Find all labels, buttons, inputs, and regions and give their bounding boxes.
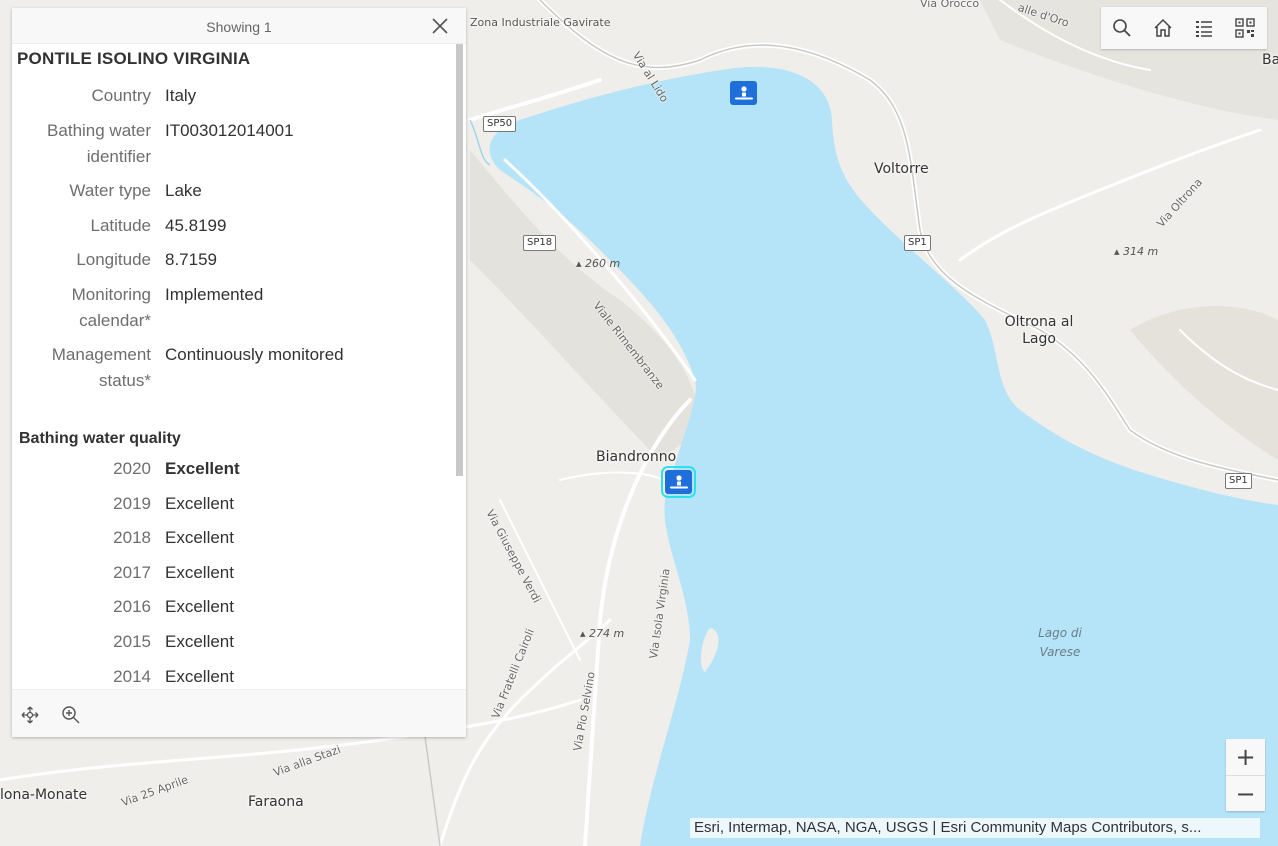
attribute-key: Country <box>91 86 151 105</box>
quality-row: 2019 Excellent <box>17 493 454 515</box>
scrollbar[interactable] <box>456 44 463 476</box>
feature-popup: Showing 1 PONTILE ISOLINO VIRGINIA Count… <box>12 8 466 737</box>
search-icon <box>1112 19 1131 37</box>
elevation-label: ▴ 274 m <box>580 627 625 640</box>
popup-content[interactable]: PONTILE ISOLINO VIRGINIA Country Italy Bat… <box>12 44 454 689</box>
bathing-site-marker-selected[interactable] <box>661 466 696 498</box>
quality-year: 2015 <box>113 631 151 651</box>
attribute-value: Continuously monitored <box>165 345 344 364</box>
swimmer-icon <box>734 86 753 100</box>
list-icon <box>1195 21 1212 37</box>
search-button[interactable] <box>1101 7 1142 49</box>
attribute-value: IT003012014001 <box>165 120 294 140</box>
road-shield-sp50: SP50 <box>483 116 517 132</box>
popup-header: Showing 1 <box>12 8 466 44</box>
attribute-key: Bathing water identifier <box>47 120 151 166</box>
attribute-key: Water type <box>69 181 151 200</box>
label-via-orocco: Via Orocco <box>920 0 980 10</box>
zoom-out-button[interactable]: − <box>1226 775 1265 811</box>
swimmer-icon <box>669 475 688 489</box>
feature-count: Showing 1 <box>206 19 272 35</box>
attribute-row: Monitoring calendar* Implemented <box>17 282 454 334</box>
home-icon <box>1153 18 1172 37</box>
quality-value: Excellent <box>165 562 234 582</box>
quality-value: Excellent <box>165 631 234 651</box>
road-shield-sp1: SP1 <box>1225 473 1252 489</box>
label-zona-industriale: Zona Industriale Gavirate <box>470 16 611 30</box>
label-oltrona: Oltrona al Lago <box>1004 314 1074 347</box>
quality-row: 2018 Excellent <box>17 527 454 549</box>
elevation-label: ▴ 260 m <box>576 257 621 270</box>
quality-year: 2016 <box>113 597 151 617</box>
attribute-row: Latitude 45.8199 <box>17 213 454 239</box>
quality-year: 2017 <box>113 562 151 582</box>
legend-button[interactable] <box>1183 7 1224 49</box>
qr-code-button[interactable] <box>1224 7 1265 49</box>
section-title: Bathing water quality <box>19 430 181 447</box>
attribute-table: Country Italy Bathing water identifier IT00… <box>17 83 454 394</box>
quality-year: 2019 <box>113 493 151 513</box>
label-faraona: Faraona <box>248 794 304 810</box>
attribute-key: Management status* <box>51 345 151 390</box>
close-button[interactable] <box>430 16 450 36</box>
quality-value: Excellent <box>165 528 234 548</box>
attribute-value: Italy <box>165 86 197 105</box>
map-toolbar <box>1101 7 1267 49</box>
dock-button[interactable] <box>20 705 40 725</box>
label-voltorre: Voltorre <box>874 161 929 177</box>
map-attribution[interactable]: Esri, Intermap, NASA, NGA, USGS | Esri C… <box>690 818 1260 838</box>
quality-year: 2014 <box>113 666 151 686</box>
label-biandronno: Biandronno <box>596 449 677 465</box>
label-monate: lona-Monate <box>0 787 88 803</box>
label-ba: Ba <box>1262 52 1278 68</box>
zoom-in-icon <box>62 706 80 724</box>
attribute-row: Bathing water identifier IT003012014001 <box>17 118 454 170</box>
quality-value: Excellent <box>165 666 234 686</box>
attribute-value: Lake <box>165 181 202 200</box>
quality-value: Excellent <box>165 597 234 617</box>
elevation-value: 260 m <box>585 257 621 270</box>
popup-footer <box>12 689 466 737</box>
road-shield-sp18: SP18 <box>523 235 557 251</box>
bathing-site-marker[interactable] <box>730 81 757 105</box>
zoom-to-button[interactable] <box>61 705 81 725</box>
popup-title: PONTILE ISOLINO VIRGINIA <box>17 49 251 68</box>
quality-row: 2016 Excellent <box>17 596 454 618</box>
quality-year: 2020 <box>113 459 151 478</box>
attribute-row: Longitude 8.7159 <box>17 247 454 273</box>
zoom-control: + − <box>1226 739 1265 811</box>
attribute-key: Longitude <box>76 250 151 269</box>
road-shield-sp1: SP1 <box>904 235 931 251</box>
label-zona-text: Zona Industriale Gavirate <box>470 16 611 29</box>
attribute-row: Management status* Continuously monitored <box>17 342 454 394</box>
quality-row: 2014 Excellent <box>17 666 454 688</box>
close-icon <box>432 18 448 34</box>
elevation-value: 314 m <box>1123 245 1159 258</box>
attribute-key: Latitude <box>90 215 152 235</box>
zoom-in-button[interactable]: + <box>1226 739 1265 775</box>
quality-value: Excellent <box>165 459 240 478</box>
quality-table: 2020 Excellent 2019 Excellent 2018 Excellent 2… <box>17 458 454 688</box>
elevation-value: 274 m <box>589 627 625 640</box>
attribute-value: 8.7159 <box>165 250 217 269</box>
qr-code-icon <box>1234 18 1255 38</box>
attribute-row: Water type Lake <box>17 178 454 204</box>
home-button[interactable] <box>1142 7 1183 49</box>
move-icon <box>21 706 39 724</box>
attribute-row: Country Italy <box>17 83 454 109</box>
quality-row: 2015 Excellent <box>17 631 454 653</box>
attribute-value: 45.8199 <box>165 215 227 235</box>
quality-row: 2017 Excellent <box>17 562 454 584</box>
attribute-key: Monitoring calendar* <box>71 284 151 330</box>
quality-value: Excellent <box>165 493 234 513</box>
elevation-label: ▴ 314 m <box>1114 245 1159 258</box>
quality-row: 2020 Excellent <box>17 458 454 480</box>
label-lake: Lago di Varese <box>1038 626 1082 659</box>
quality-year: 2018 <box>113 528 151 548</box>
attribute-value: Implemented <box>165 284 264 304</box>
